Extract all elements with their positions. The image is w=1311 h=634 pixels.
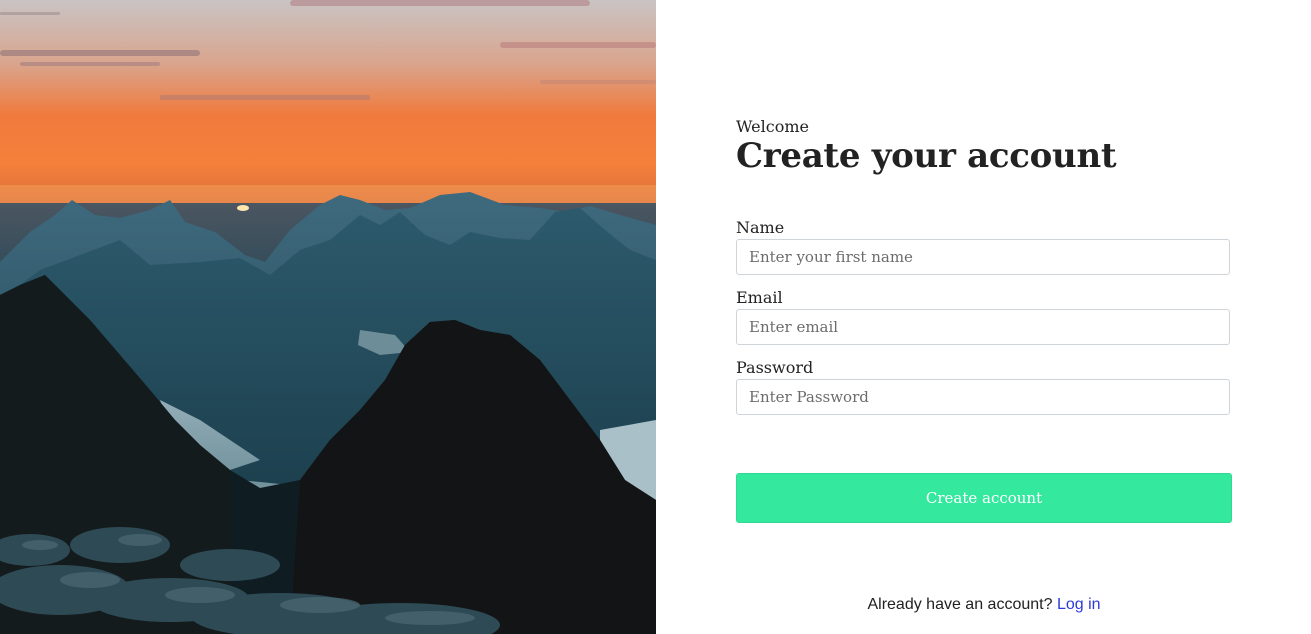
login-link[interactable]: Log in bbox=[1057, 596, 1101, 613]
password-field[interactable] bbox=[736, 379, 1230, 415]
login-prompt-text: Already have an account? bbox=[867, 596, 1053, 613]
name-field[interactable] bbox=[736, 239, 1230, 275]
login-prompt: Already have an account? Log in bbox=[736, 596, 1232, 614]
page-title: Create your account bbox=[736, 136, 1117, 176]
signup-form-panel: Welcome Create your account Name Email P… bbox=[656, 0, 1311, 634]
email-label: Email bbox=[736, 288, 783, 307]
name-label: Name bbox=[736, 218, 785, 237]
email-field[interactable] bbox=[736, 309, 1230, 345]
signup-page: Welcome Create your account Name Email P… bbox=[0, 0, 1311, 634]
mountain-sunset-illustration bbox=[0, 0, 656, 634]
hero-image bbox=[0, 0, 656, 634]
password-label: Password bbox=[736, 358, 814, 377]
create-account-button[interactable]: Create account bbox=[736, 473, 1232, 523]
welcome-text: Welcome bbox=[736, 117, 809, 136]
